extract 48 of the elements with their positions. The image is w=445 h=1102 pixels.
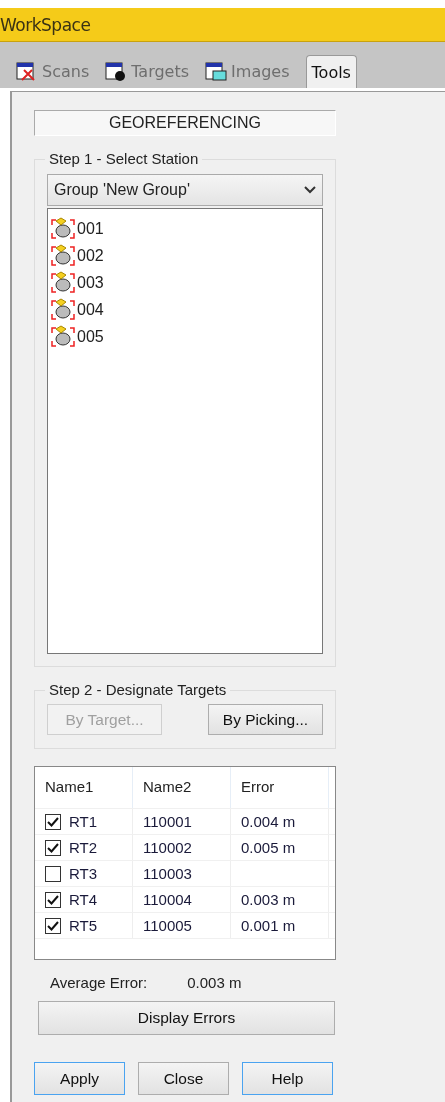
table-cell: 0.004 m [241, 813, 296, 830]
table-cell: 110002 [143, 839, 192, 856]
checkbox[interactable] [45, 813, 61, 830]
dialog-button[interactable]: Apply [34, 1062, 125, 1095]
table-cell: RT2 [69, 839, 98, 856]
station-icon [50, 270, 76, 295]
average-label: Average Error: [50, 974, 148, 991]
table-cell: 0.003 m [241, 891, 296, 908]
tab[interactable]: Tools [305, 55, 357, 88]
window-icon [105, 61, 128, 82]
group-label: Step 1 - Select Station [45, 150, 203, 167]
station-dropdown[interactable]: Group 'New Group' [47, 174, 323, 206]
checkbox[interactable] [45, 865, 61, 882]
table-cell: RT4 [69, 891, 98, 908]
table-cell: 110004 [143, 891, 192, 908]
window-title: WorkSpace [0, 8, 445, 42]
table-cell: RT1 [69, 813, 98, 830]
table-cell: 110001 [143, 813, 192, 830]
column-header[interactable]: Error [231, 767, 329, 808]
column-header[interactable]: Name2 [133, 767, 231, 808]
column-header[interactable]: Name1 [35, 767, 133, 808]
designate-button[interactable]: By Picking... [208, 704, 323, 735]
station-icon [50, 324, 76, 349]
group-label: Step 2 - Designate Targets [45, 681, 231, 698]
window-icon [205, 61, 228, 82]
display-errors-button[interactable]: Display Errors [38, 1001, 335, 1035]
table-cell: 0.001 m [241, 917, 296, 934]
station-item[interactable]: 004 [50, 296, 320, 323]
average-value: 0.003 m [187, 974, 242, 991]
dialog-button[interactable]: Close [138, 1062, 229, 1095]
station-item[interactable]: 003 [50, 269, 320, 296]
station-item[interactable]: 001 [50, 215, 320, 242]
station-item[interactable]: 002 [50, 242, 320, 269]
station-icon [50, 243, 76, 268]
chevron-icon [304, 186, 316, 194]
checkbox[interactable] [45, 891, 61, 908]
station-item[interactable]: 005 [50, 323, 320, 350]
table-cell: 110003 [143, 865, 192, 882]
station-icon [50, 216, 76, 241]
station-icon [50, 297, 76, 322]
table-cell: RT3 [69, 865, 98, 882]
checkbox[interactable] [45, 917, 61, 934]
dialog-button[interactable]: Help [242, 1062, 333, 1095]
table-cell: 0.005 m [241, 839, 296, 856]
table-cell: RT5 [69, 917, 98, 934]
section-heading: GEOREFERENCING [34, 110, 336, 136]
checkbox[interactable] [45, 839, 61, 856]
table-cell: 110005 [143, 917, 192, 934]
